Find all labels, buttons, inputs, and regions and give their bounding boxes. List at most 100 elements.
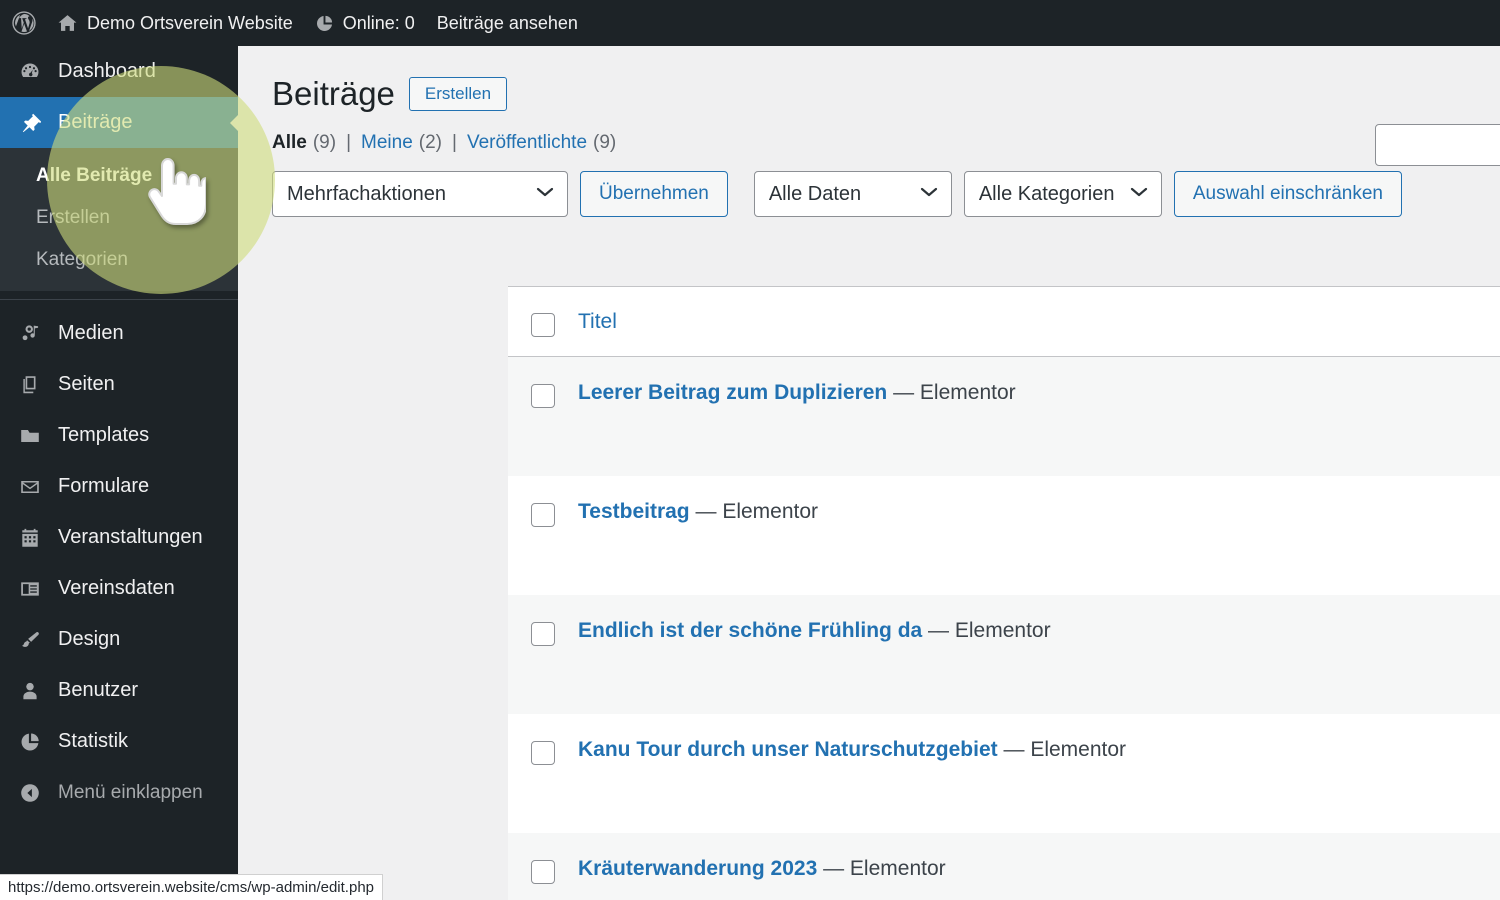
- table-navigation-top: Mehrfachaktionen Übernehmen Alle Daten A…: [238, 154, 1500, 217]
- sidebar-item-veranstaltungen[interactable]: Veranstaltungen: [0, 512, 238, 563]
- online-counter-label: Online: 0: [342, 12, 415, 33]
- row-select-cell: [508, 500, 578, 527]
- row-checkbox[interactable]: [531, 860, 555, 884]
- main-content: Beiträge Erstellen Alle (9) | Meine (2) …: [238, 46, 1500, 900]
- filter-label: Alle: [272, 131, 307, 153]
- view-posts-link[interactable]: Beiträge ansehen: [426, 0, 589, 46]
- row-checkbox[interactable]: [531, 503, 555, 527]
- select-all-checkbox[interactable]: [531, 313, 555, 337]
- paintbrush-icon: [10, 629, 50, 651]
- sidebar-item-medien[interactable]: Medien: [0, 308, 238, 359]
- post-title-link[interactable]: Kanu Tour durch unser Naturschutzgebiet: [578, 738, 998, 761]
- row-title-cell: Testbeitrag — Elementor: [578, 500, 818, 523]
- sidebar-item-design[interactable]: Design: [0, 614, 238, 665]
- column-header-title-link[interactable]: Titel: [578, 310, 617, 333]
- page-header: Beiträge Erstellen: [238, 46, 1500, 114]
- apply-bulk-action-button[interactable]: Übernehmen: [580, 170, 728, 217]
- site-name-label: Demo Ortsverein Website: [87, 12, 293, 33]
- category-filter-select[interactable]: Alle Kategorien: [963, 170, 1162, 217]
- sidebar-subitem-erstellen[interactable]: Erstellen: [0, 197, 238, 239]
- dashboard-icon: [10, 61, 50, 83]
- filter-link-veroeffentlichte[interactable]: Veröffentlichte: [467, 132, 587, 154]
- table-row: Testbeitrag — Elementor: [508, 476, 1500, 595]
- bulk-actions-wrapper: Mehrfachaktionen: [272, 170, 568, 217]
- row-checkbox[interactable]: [531, 741, 555, 765]
- collapse-left-icon: [10, 782, 50, 804]
- row-checkbox[interactable]: [531, 384, 555, 408]
- sidebar-item-label: Seiten: [58, 373, 115, 395]
- online-counter[interactable]: Online: 0: [304, 0, 426, 46]
- sidebar-item-formulare[interactable]: Formulare: [0, 461, 238, 512]
- sidebar-subitem-label: Erstellen: [36, 207, 110, 228]
- filter-submit-button[interactable]: Auswahl einschränken: [1173, 170, 1402, 217]
- sidebar-subitem-alle-beitraege[interactable]: Alle Beiträge: [0, 155, 238, 197]
- sidebar-item-vereinsdaten[interactable]: Vereinsdaten: [0, 563, 238, 614]
- row-checkbox[interactable]: [531, 622, 555, 646]
- filter-separator: |: [452, 131, 457, 153]
- column-header-title: Titel: [578, 310, 617, 333]
- envelope-icon: [10, 476, 50, 498]
- sidebar-item-benutzer[interactable]: Benutzer: [0, 665, 238, 716]
- bulk-actions-select[interactable]: Mehrfachaktionen: [272, 170, 568, 217]
- wordpress-logo-icon: [10, 9, 38, 37]
- date-filter-select[interactable]: Alle Daten: [753, 170, 952, 217]
- status-bar-url: https://demo.ortsverein.website/cms/wp-a…: [8, 879, 374, 896]
- post-editor-badge: — Elementor: [823, 857, 946, 880]
- filter-separator: |: [346, 131, 352, 153]
- pie-chart-icon: [10, 731, 50, 753]
- sidebar-item-seiten[interactable]: Seiten: [0, 359, 238, 410]
- table-row: Kräuterwanderung 2023 — Elementor: [508, 833, 1500, 900]
- table-row: Leerer Beitrag zum Duplizieren — Element…: [508, 357, 1500, 476]
- collapse-menu-button[interactable]: Menü einklappen: [0, 767, 238, 818]
- post-title-link[interactable]: Leerer Beitrag zum Duplizieren: [578, 381, 887, 404]
- sidebar-item-statistik[interactable]: Statistik: [0, 716, 238, 767]
- sidebar-item-label: Statistik: [58, 730, 129, 752]
- filter-link-meine[interactable]: Meine: [361, 132, 413, 154]
- user-icon: [10, 680, 50, 702]
- row-title-cell: Kräuterwanderung 2023 — Elementor: [578, 857, 946, 880]
- row-select-cell: [508, 381, 578, 408]
- sidebar-item-label: Design: [58, 628, 121, 650]
- pin-icon: [10, 112, 50, 134]
- sidebar-item-dashboard[interactable]: Dashboard: [0, 46, 238, 97]
- sidebar-submenu-beitraege: Alle Beiträge Erstellen Kategorien: [0, 148, 238, 291]
- post-title-link[interactable]: Kräuterwanderung 2023: [578, 857, 817, 880]
- pages-icon: [10, 374, 50, 396]
- sidebar-item-label: Beiträge: [58, 111, 133, 133]
- pie-chart-icon: [315, 14, 334, 33]
- media-icon: [10, 323, 50, 345]
- category-filter-wrapper: Alle Kategorien: [963, 170, 1162, 217]
- sidebar-item-label: Templates: [58, 424, 150, 446]
- page-title: Beiträge: [272, 75, 395, 112]
- select-all-cell: [508, 310, 578, 337]
- filter-link-alle[interactable]: Alle: [272, 132, 307, 154]
- search-input[interactable]: [1375, 124, 1500, 166]
- filter-count-alle: (9): [312, 131, 337, 153]
- sidebar-item-label: Formulare: [58, 475, 150, 497]
- wp-admin-screen: Demo Ortsverein Website Online: 0 Beiträ…: [0, 0, 1500, 900]
- sidebar-item-label: Veranstaltungen: [58, 526, 203, 548]
- sidebar-item-templates[interactable]: Templates: [0, 410, 238, 461]
- sidebar-item-beitraege[interactable]: Beiträge: [0, 97, 239, 148]
- posts-table: Titel Leerer Beitrag zum Duplizieren — E…: [508, 286, 1500, 900]
- row-select-cell: [508, 738, 578, 765]
- filter-label: Veröffentlichte: [466, 131, 588, 153]
- post-editor-badge: — Elementor: [695, 500, 819, 523]
- sidebar-subitem-label: Kategorien: [36, 249, 128, 270]
- post-title-link[interactable]: Endlich ist der schöne Frühling da: [578, 619, 922, 642]
- post-editor-badge: — Elementor: [1003, 738, 1127, 761]
- site-name-menu[interactable]: Demo Ortsverein Website: [46, 0, 304, 46]
- sidebar-subitem-label: Alle Beiträge: [36, 165, 153, 186]
- sidebar-separator: [0, 299, 238, 300]
- post-title-link[interactable]: Testbeitrag: [578, 500, 690, 523]
- active-menu-arrow-icon: [230, 113, 239, 132]
- filter-count-veroeffentlichte: (9): [593, 131, 617, 153]
- table-row: Endlich ist der schöne Frühling da — Ele…: [508, 595, 1500, 714]
- add-new-post-button[interactable]: Erstellen: [408, 76, 508, 111]
- row-title-cell: Endlich ist der schöne Frühling da — Ele…: [578, 619, 1051, 642]
- wordpress-logo-menu[interactable]: [0, 0, 46, 46]
- sidebar-subitem-kategorien[interactable]: Kategorien: [0, 239, 238, 281]
- admin-sidebar: Dashboard Beiträge Alle Beiträge Erstell…: [0, 46, 239, 900]
- row-title-cell: Kanu Tour durch unser Naturschutzgebiet …: [578, 738, 1126, 761]
- row-select-cell: [508, 619, 578, 646]
